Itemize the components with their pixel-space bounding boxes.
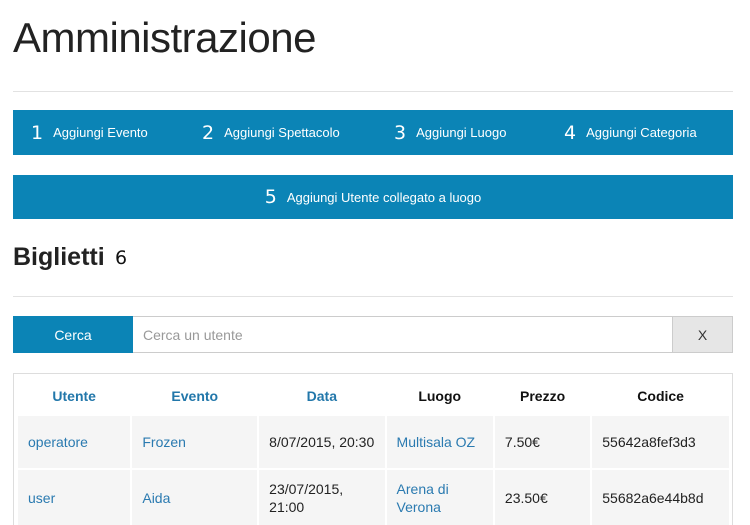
nav-label: Aggiungi Utente collegato a luogo bbox=[286, 189, 482, 205]
nav-number: 2 bbox=[202, 121, 215, 144]
tickets-table-container: Utente Evento Data Luogo Prezzo Codice o… bbox=[13, 373, 733, 525]
nav-number: 5 bbox=[264, 186, 277, 208]
cell-event[interactable]: Aida bbox=[132, 470, 258, 525]
nav-number: 1 bbox=[31, 121, 44, 144]
nav-label: Aggiungi Spettacolo bbox=[224, 125, 340, 140]
nav-add-event[interactable]: 1 Aggiungi Evento bbox=[31, 122, 148, 144]
nav-add-show[interactable]: 2 Aggiungi Spettacolo bbox=[202, 122, 340, 144]
column-header-code: Codice bbox=[637, 388, 684, 404]
cell-code: 55642a8fef3d3 bbox=[592, 416, 729, 468]
column-header-place: Luogo bbox=[418, 388, 462, 404]
table-header-row: Utente Evento Data Luogo Prezzo Codice bbox=[18, 378, 729, 414]
page-title: Amministrazione bbox=[13, 14, 316, 61]
nav-add-place[interactable]: 3 Aggiungi Luogo bbox=[394, 122, 506, 144]
table-row: operatore Frozen 8/07/2015, 20:30 Multis… bbox=[18, 416, 729, 468]
cell-place[interactable]: Multisala OZ bbox=[386, 416, 493, 468]
cell-price: 23.50€ bbox=[494, 470, 591, 525]
section-number: 6 bbox=[115, 247, 128, 269]
search-button[interactable]: Cerca bbox=[13, 316, 133, 353]
user-search-bar: Cerca X bbox=[13, 316, 733, 353]
column-header-event[interactable]: Evento bbox=[132, 378, 257, 414]
section-title: Biglietti bbox=[13, 243, 105, 271]
cell-code: 55682a6e44b8d bbox=[592, 470, 729, 525]
cell-place[interactable]: Arena di Verona bbox=[386, 470, 493, 525]
nav-add-category[interactable]: 4 Aggiungi Categoria bbox=[564, 122, 697, 144]
column-header-price: Prezzo bbox=[520, 388, 566, 404]
admin-nav-bar-secondary: 5 Aggiungi Utente collegato a luogo bbox=[13, 175, 733, 219]
nav-label: Aggiungi Evento bbox=[53, 125, 148, 140]
cell-price: 7.50€ bbox=[494, 416, 591, 468]
search-input[interactable] bbox=[133, 316, 673, 353]
table-row: user Aida 23/07/2015, 21:00 Arena di Ver… bbox=[18, 470, 729, 525]
nav-label: Aggiungi Categoria bbox=[586, 125, 697, 140]
nav-add-user-place[interactable]: 5 Aggiungi Utente collegato a luogo bbox=[265, 186, 482, 208]
cell-user[interactable]: user bbox=[18, 470, 131, 525]
title-divider bbox=[13, 91, 733, 92]
column-header-date[interactable]: Data bbox=[259, 378, 384, 414]
column-header-user[interactable]: Utente bbox=[18, 378, 130, 414]
cell-event[interactable]: Frozen bbox=[132, 416, 258, 468]
nav-number: 3 bbox=[394, 121, 407, 144]
tickets-table: Utente Evento Data Luogo Prezzo Codice o… bbox=[16, 376, 731, 525]
cell-date: 8/07/2015, 20:30 bbox=[259, 416, 385, 468]
admin-nav-bar: 1 Aggiungi Evento 2 Aggiungi Spettacolo … bbox=[13, 110, 733, 155]
nav-number: 4 bbox=[564, 121, 577, 144]
nav-label: Aggiungi Luogo bbox=[416, 125, 507, 140]
cell-date: 23/07/2015, 21:00 bbox=[259, 470, 385, 525]
section-divider bbox=[13, 296, 733, 297]
cell-user[interactable]: operatore bbox=[18, 416, 131, 468]
clear-search-button[interactable]: X bbox=[673, 316, 733, 353]
